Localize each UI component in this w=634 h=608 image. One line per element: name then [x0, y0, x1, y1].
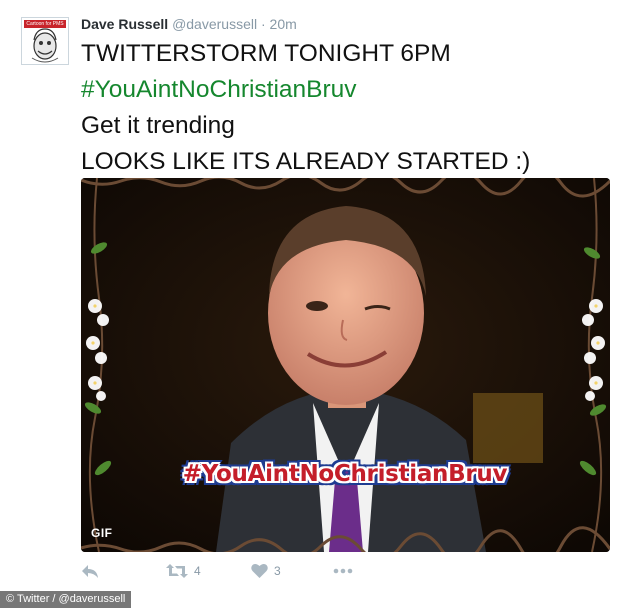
retweet-button[interactable]: 4 — [166, 563, 201, 579]
tweet-line-4: LOOKS LIKE ITS ALREADY STARTED :) — [81, 148, 531, 175]
tweet-line-3: Get it trending — [81, 112, 235, 139]
like-button[interactable]: 3 — [251, 563, 281, 579]
author-handle[interactable]: @daverussell — [172, 16, 257, 32]
gif-hashtag-overlay: #YouAintNoChristianBruv — [182, 461, 508, 487]
tweet-text: TWITTERSTORM TONIGHT 6PM #YouAintNoChris… — [81, 36, 621, 180]
avatar[interactable]: Cartoon for PMS — [21, 17, 69, 65]
tweet-header: Dave Russell @daverussell · 20m — [81, 14, 297, 34]
tweet-hashtag-link[interactable]: #YouAintNoChristianBruv — [81, 72, 621, 108]
tweet-line-1: TWITTERSTORM TONIGHT 6PM — [81, 40, 451, 67]
reply-icon — [82, 565, 98, 578]
retweet-count: 4 — [194, 564, 201, 578]
heart-icon — [251, 563, 268, 578]
more-icon — [333, 568, 353, 574]
retweet-icon — [166, 564, 188, 578]
like-count: 3 — [274, 564, 281, 578]
meta-separator: · — [260, 16, 266, 32]
avatar-banner: Cartoon for PMS — [24, 20, 66, 28]
tweet-timestamp[interactable]: 20m — [270, 16, 297, 32]
image-credit: © Twitter / @daverussell — [0, 591, 132, 608]
more-button[interactable] — [333, 563, 353, 579]
gif-badge: GIF — [91, 526, 113, 540]
gif-frame-image — [81, 178, 610, 552]
reply-button[interactable] — [81, 563, 99, 579]
author-name[interactable]: Dave Russell — [81, 16, 168, 32]
tweet-media-gif[interactable]: #YouAintNoChristianBruv GIF — [81, 178, 610, 552]
